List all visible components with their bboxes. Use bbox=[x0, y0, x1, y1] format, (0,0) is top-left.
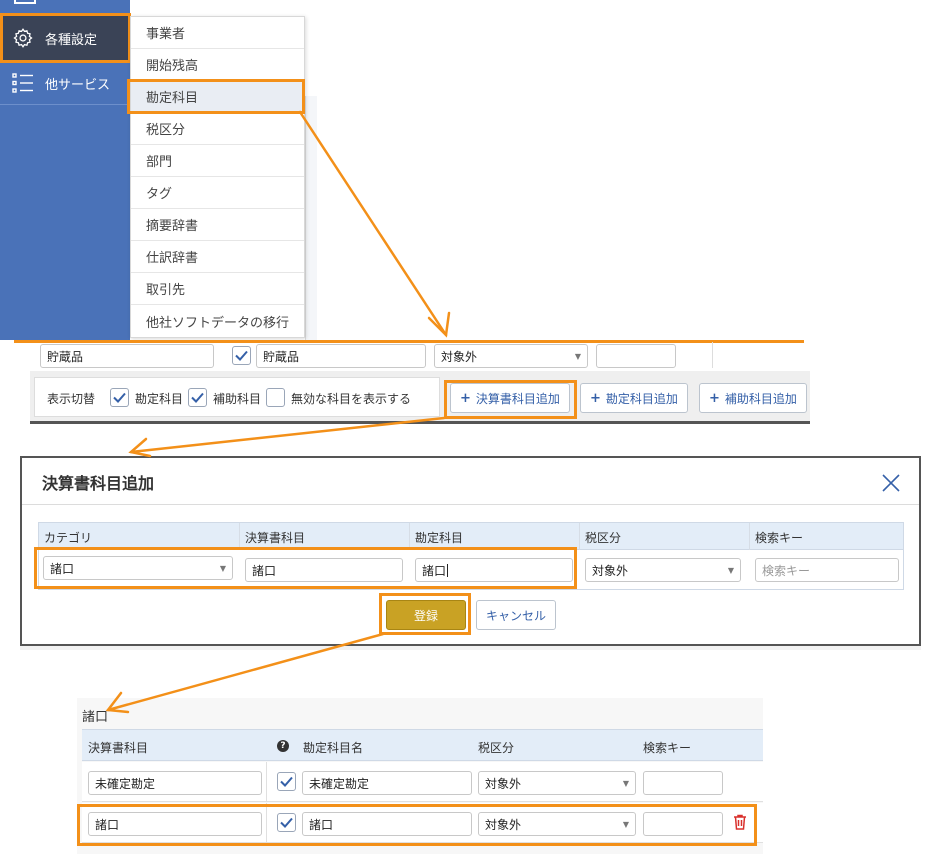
tax-category-value: 対象外 bbox=[592, 563, 629, 578]
background-column-divider bbox=[712, 342, 713, 368]
menu-item-partners[interactable]: 取引先 bbox=[131, 273, 304, 305]
header-account-name: 勘定科目名 bbox=[303, 741, 364, 755]
arrowhead bbox=[128, 437, 152, 458]
table-row: 未確定勘定 未確定勘定 対象外 bbox=[82, 762, 763, 802]
header-tax-category: 税区分 bbox=[585, 531, 622, 545]
settings-dropdown-menu: 事業者 開始残高 勘定科目 税区分 部門 タグ 摘要辞書 仕訳辞書 取引先 他社… bbox=[130, 16, 305, 338]
category-title: 諸口 bbox=[82, 710, 109, 725]
highlight-add-statement-button bbox=[444, 380, 577, 419]
toggle-panel: 表示切替 勘定科目 補助科目 無効な科目を表示する bbox=[34, 377, 440, 417]
menu-item-opening-balance[interactable]: 開始残高 bbox=[131, 49, 304, 81]
highlight-register-button bbox=[379, 593, 471, 635]
header-category: カテゴリ bbox=[44, 531, 93, 545]
header-statement-account: 決算書科目 bbox=[245, 531, 306, 545]
sidebar-divider bbox=[0, 104, 130, 105]
cancel-button[interactable]: キャンセル bbox=[476, 600, 556, 630]
account-toolbar: 表示切替 勘定科目 補助科目 無効な科目を表示する + 決算書科目追加 + 勘定科目… bbox=[30, 371, 810, 424]
list-icon bbox=[11, 71, 35, 95]
menu-item-summary-dictionary[interactable]: 摘要辞書 bbox=[131, 209, 304, 241]
checkbox-show-sub-accounts-label: 補助科目 bbox=[213, 392, 262, 406]
header-statement-account: 決算書科目 bbox=[88, 741, 149, 755]
menu-item-journal-dictionary[interactable]: 仕訳辞書 bbox=[131, 241, 304, 273]
highlight-dialog-row bbox=[34, 547, 577, 589]
sidebar-item-other-services[interactable]: 他サービス bbox=[0, 62, 130, 104]
plus-icon: + bbox=[709, 390, 720, 406]
add-account-label: 勘定科目追加 bbox=[605, 391, 678, 406]
header-account: 勘定科目 bbox=[415, 531, 464, 545]
add-sub-account-label: 補助科目追加 bbox=[724, 391, 797, 406]
background-table-row: 貯蔵品 貯蔵品 対象外 bbox=[30, 342, 810, 368]
dialog-grid-header: カテゴリ 決算書科目 勘定科目 税区分 検索キー bbox=[38, 522, 904, 581]
help-icon[interactable]: ? bbox=[277, 740, 289, 752]
background-statement-field[interactable]: 貯蔵品 bbox=[40, 344, 214, 368]
checkbox-show-invalid-label: 無効な科目を表示する bbox=[291, 392, 412, 406]
category-table-header: 決算書科目 ? 勘定科目名 税区分 検索キー bbox=[82, 729, 763, 761]
account-name-field[interactable]: 未確定勘定 bbox=[302, 771, 472, 795]
checkbox-show-accounts-label: 勘定科目 bbox=[135, 392, 184, 406]
checkbox-show-invalid[interactable] bbox=[266, 388, 285, 407]
highlight-new-row bbox=[77, 804, 757, 846]
add-account-button[interactable]: + 勘定科目追加 bbox=[580, 383, 688, 413]
plus-icon: + bbox=[590, 390, 601, 406]
dialog-divider bbox=[22, 504, 919, 505]
column-divider bbox=[266, 762, 267, 802]
background-table-fragment bbox=[305, 96, 317, 340]
search-key-field[interactable] bbox=[643, 771, 723, 795]
menu-item-data-migration[interactable]: 他社ソフトデータの移行 bbox=[131, 305, 304, 337]
search-key-input[interactable]: 検索キー bbox=[755, 558, 899, 582]
tax-category-value: 対象外 bbox=[485, 776, 522, 791]
add-sub-account-button[interactable]: + 補助科目追加 bbox=[699, 383, 807, 413]
header-search-key: 検索キー bbox=[643, 741, 692, 755]
row-checkbox[interactable] bbox=[277, 772, 296, 791]
background-account-field[interactable]: 貯蔵品 bbox=[256, 344, 426, 368]
statement-account-field[interactable]: 未確定勘定 bbox=[88, 771, 262, 795]
arrow-to-toolbar bbox=[298, 110, 448, 337]
tax-category-select[interactable]: 対象外 bbox=[585, 558, 741, 582]
close-icon[interactable] bbox=[880, 472, 902, 494]
menu-item-tag[interactable]: タグ bbox=[131, 177, 304, 209]
sidebar-item-label: 他サービス bbox=[45, 77, 111, 93]
background-tax-select[interactable]: 対象外 bbox=[434, 344, 588, 368]
header-search-key: 検索キー bbox=[755, 531, 804, 545]
menu-item-tax-category[interactable]: 税区分 bbox=[131, 113, 304, 145]
checkbox-show-accounts[interactable] bbox=[110, 388, 129, 407]
menu-item-business[interactable]: 事業者 bbox=[131, 17, 304, 49]
menu-item-department[interactable]: 部門 bbox=[131, 145, 304, 177]
background-tax-value: 対象外 bbox=[441, 349, 478, 364]
highlight-accounts-menu bbox=[127, 79, 305, 114]
checkbox-show-sub-accounts[interactable] bbox=[188, 388, 207, 407]
background-fragment bbox=[20, 646, 921, 650]
highlight-settings bbox=[0, 13, 131, 63]
calendar-icon bbox=[14, 0, 36, 4]
header-tax-category: 税区分 bbox=[478, 741, 515, 755]
tax-category-select[interactable]: 対象外 bbox=[478, 771, 636, 795]
background-search-field[interactable] bbox=[596, 344, 676, 368]
background-row-checkbox[interactable] bbox=[232, 346, 251, 365]
toggle-label: 表示切替 bbox=[47, 392, 96, 406]
dialog-title: 決算書科目追加 bbox=[42, 474, 155, 493]
arrowhead bbox=[427, 311, 451, 338]
